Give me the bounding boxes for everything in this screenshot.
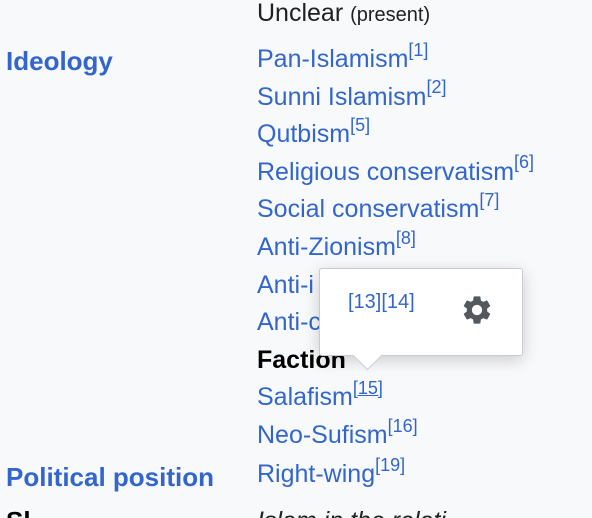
reference-popup: [13][14] [319,268,523,371]
ideology-link-sunni-islamism[interactable]: Sunni Islamism [257,83,427,111]
ideology-link-religious-conservatism[interactable]: Religious conservatism [257,158,514,186]
ideology-item: Anti-Zionism[8] [257,229,534,267]
reference-link[interactable]: [2] [427,77,447,97]
political-position-value: Right-wing[19] [257,456,405,494]
ideology-item: Religious conservatism[6] [257,152,534,192]
previous-row-value: Unclear (present) [257,0,430,33]
next-row-label: Sl [6,506,31,518]
ideology-item: Sunni Islamism[2] [257,77,534,117]
popup-reference-links[interactable]: [13][14] [348,291,415,314]
reference-link[interactable]: [15] [353,378,383,398]
ideology-item: Pan-Islamism[1] [257,41,534,79]
faction-item: Salafism[15] [257,379,534,417]
ideology-link-social-conservatism[interactable]: Social conservatism [257,195,479,223]
ideology-values: Pan-Islamism[1] Sunni Islamism[2] Qutbis… [257,41,534,455]
ideology-label: Ideology [6,46,113,76]
faction-link-neo-sufism[interactable]: Neo-Sufism [257,421,388,449]
ideology-link-qutbism[interactable]: Qutbism [257,120,350,148]
next-row-clipped: Sl Islam in the relati [0,506,592,518]
reference-link[interactable]: [1] [408,40,428,60]
ideology-item: Qutbism[5] [257,116,534,154]
previous-row-main: Unclear [257,0,344,27]
political-position-link[interactable]: Right-wing [257,460,375,488]
ideology-link-pan-islamism[interactable]: Pan-Islamism [257,45,408,73]
ideology-item: Social conservatism[7] [257,191,534,229]
previous-row-note: (present) [350,4,431,26]
ideology-link-anti-c[interactable]: Anti-c [257,308,321,336]
gear-icon[interactable] [460,293,494,327]
faction-item: Neo-Sufism[16] [257,417,534,455]
ideology-link-anti-zionism[interactable]: Anti-Zionism [257,233,396,261]
ideology-link-anti-i[interactable]: Anti-i [257,271,314,299]
infobox: Unclear (present) Ideology Pan-Islamism[… [0,0,592,518]
political-position-label: Political position [6,462,215,492]
reference-link[interactable]: [6] [514,152,534,172]
next-row-value: Islam in the relati [257,506,446,518]
reference-link[interactable]: [8] [396,228,416,248]
reference-link[interactable]: [19] [375,455,405,475]
faction-link-salafism[interactable]: Salafism [257,383,353,411]
reference-link[interactable]: [5] [350,115,370,135]
reference-link[interactable]: [7] [479,190,499,210]
reference-link[interactable]: [16] [388,416,418,436]
